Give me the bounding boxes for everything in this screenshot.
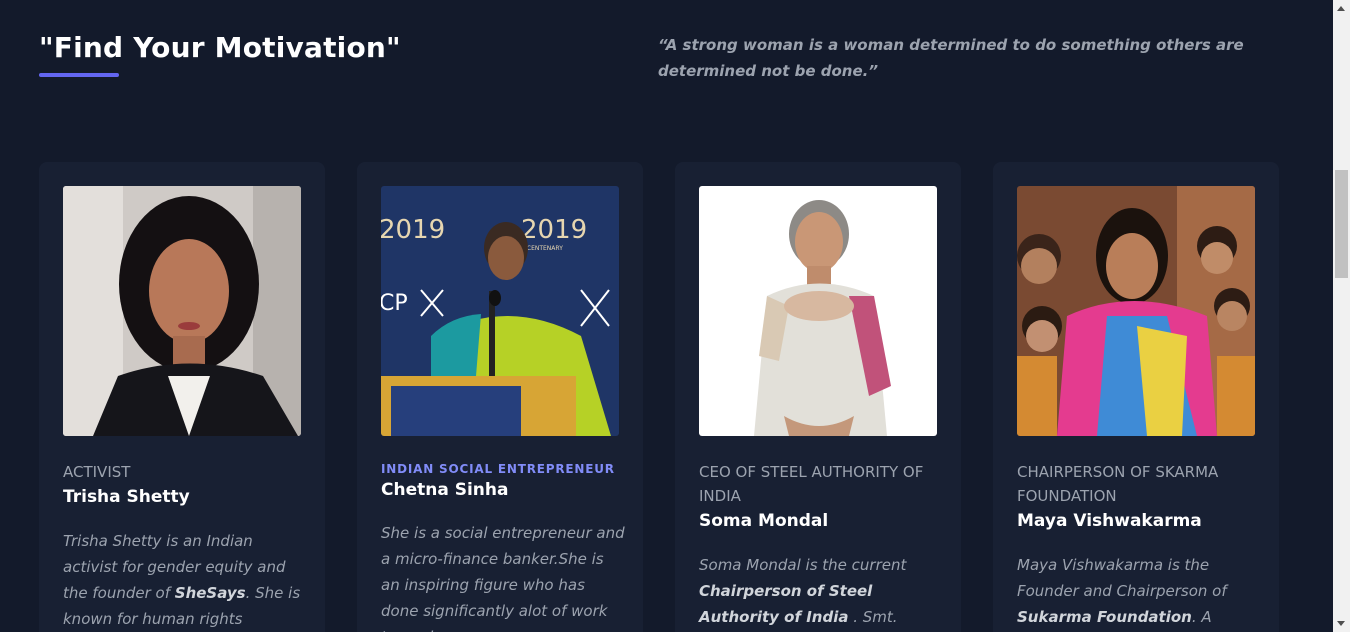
description-highlight: Sukarma Foundation — [1017, 608, 1192, 626]
banner-year-text: 2019 — [381, 215, 445, 245]
vertical-scrollbar[interactable] — [1333, 0, 1350, 632]
title-underline — [39, 73, 119, 77]
page: "Find Your Motivation" “A strong woman i… — [0, 0, 1333, 632]
chetna-sinha-photo: 2019 2019 BICENTENARY CP — [381, 186, 619, 436]
profile-card-chetna-sinha: 2019 2019 BICENTENARY CP INDIAN SOCIAL E… — [357, 162, 643, 632]
banner-year-text: 2019 — [521, 215, 587, 245]
profile-card-soma-mondal: CEO OF STEEL AUTHORITY OF INDIA Soma Mon… — [675, 162, 961, 632]
card-role: CEO OF STEEL AUTHORITY OF INDIA — [699, 463, 924, 505]
description-highlight: Chairperson of Steel Authority of India — [699, 582, 873, 626]
scroll-down-arrow-icon[interactable] — [1337, 621, 1345, 626]
card-role: ACTIVIST — [63, 463, 131, 481]
card-description: Maya Vishwakarma is the Founder and Chai… — [1017, 552, 1262, 632]
card-description: Trisha Shetty is an Indian activist for … — [63, 528, 308, 632]
section-title: "Find Your Motivation" — [39, 31, 401, 64]
description-text: She is a social entrepreneur and a micro… — [381, 524, 625, 632]
card-description: Soma Mondal is the current Chairperson o… — [699, 552, 944, 632]
maya-vishwakarma-photo — [1017, 186, 1255, 436]
scroll-up-arrow-icon[interactable] — [1337, 6, 1345, 11]
card-name: Soma Mondal — [699, 511, 829, 531]
card-description: She is a social entrepreneur and a micro… — [381, 520, 626, 632]
profile-card-maya-vishwakarma: CHAIRPERSON OF SKARMA FOUNDATION Maya Vi… — [993, 162, 1279, 632]
description-text: Maya Vishwakarma is the Founder and Chai… — [1017, 556, 1227, 600]
description-text: Soma Mondal is the current — [699, 556, 907, 574]
profile-card-trisha-shetty: ACTIVIST Trisha Shetty Trisha Shetty is … — [39, 162, 325, 632]
description-highlight: SheSays — [174, 584, 246, 602]
section-quote: “A strong woman is a woman determined to… — [658, 36, 1244, 80]
card-role: CHAIRPERSON OF SKARMA FOUNDATION — [1017, 463, 1219, 505]
banner-cp-text: CP — [381, 291, 408, 316]
soma-mondal-photo — [699, 186, 937, 436]
card-name: Chetna Sinha — [381, 480, 509, 500]
card-name: Maya Vishwakarma — [1017, 511, 1202, 531]
card-name: Trisha Shetty — [63, 487, 190, 507]
scrollbar-thumb[interactable] — [1335, 170, 1348, 278]
trisha-shetty-photo — [63, 186, 301, 436]
card-role: INDIAN SOCIAL ENTREPRENEUR — [381, 462, 615, 476]
